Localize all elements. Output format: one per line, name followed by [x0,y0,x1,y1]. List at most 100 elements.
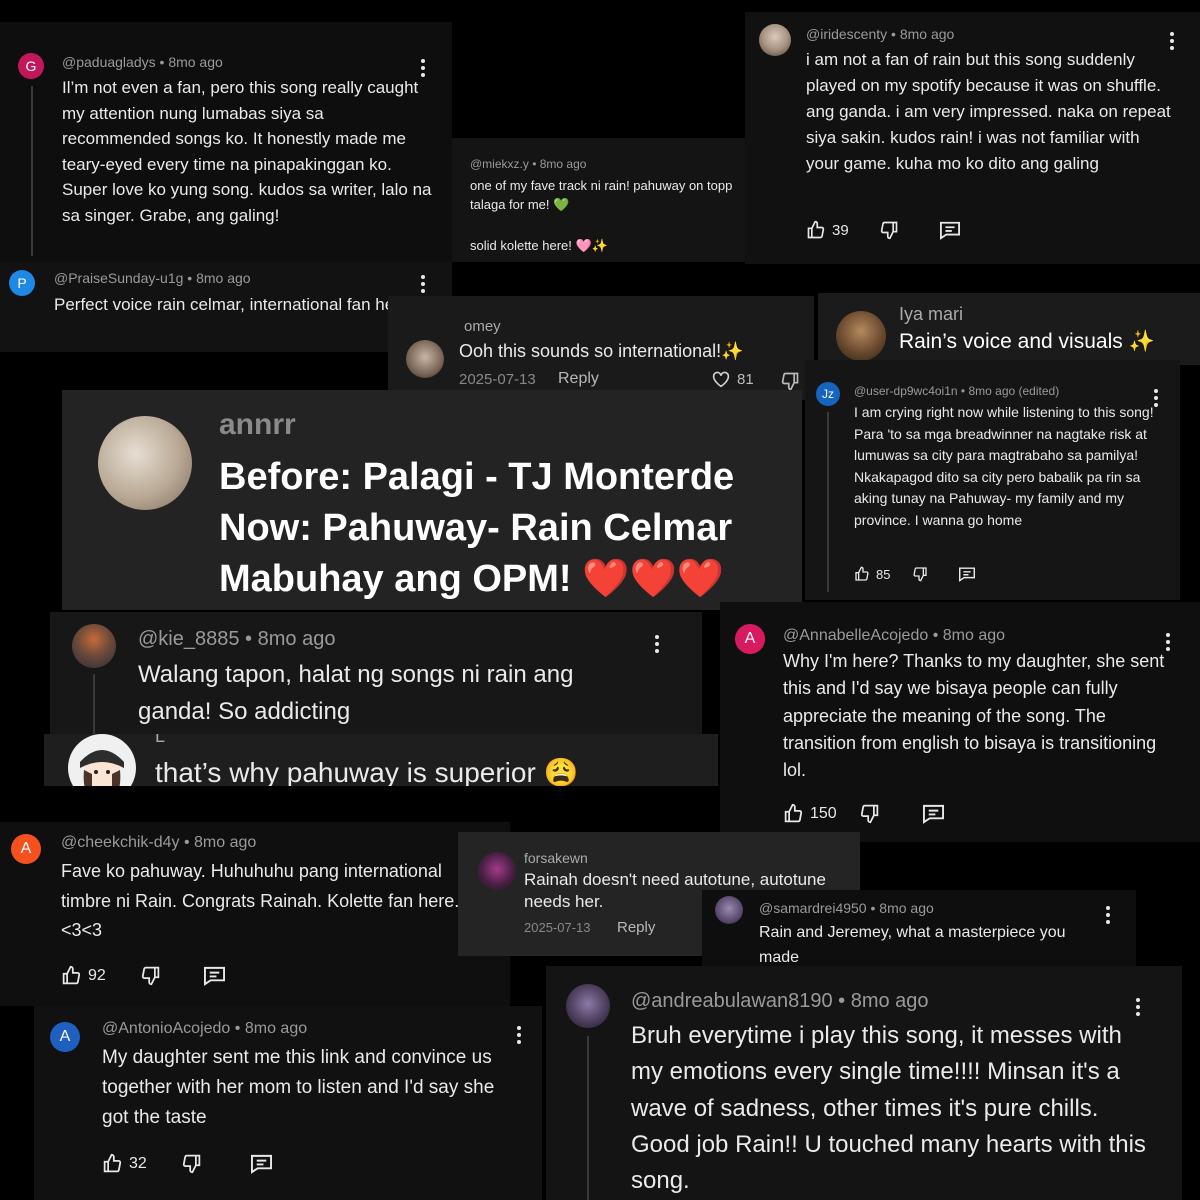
thread-line [827,412,829,592]
comment-handle[interactable]: @iridescenty [806,26,887,42]
comment-card-samardrei: @samardrei4950 • 8mo ago Rain and Jereme… [702,890,1136,972]
thumbs-down-icon[interactable] [181,1153,202,1174]
like-count: 81 [737,370,754,388]
comment-time: 8mo ago [879,900,934,916]
comment-card-annabelle: A @AnnabelleAcojedo • 8mo ago Why I'm he… [720,602,1200,842]
comment-author[interactable]: annrr [219,408,296,442]
more-options-icon[interactable] [1106,906,1110,927]
reply-button[interactable]: Reply [617,919,655,936]
comment-meta: @AntonioAcojedo • 8mo ago [102,1020,308,1037]
comment-card-cheekchik: A @cheekchik-d4y • 8mo ago Fave ko pahuw… [0,822,510,1006]
avatar[interactable] [406,340,444,378]
more-options-icon[interactable] [655,635,659,656]
thumbs-down-icon[interactable] [912,566,928,582]
thumbs-down-icon[interactable] [859,803,880,824]
thumbs-up-icon [62,965,81,985]
comment-card-l: L that’s why pahuway is superior 😩 [44,734,718,786]
thread-line [31,86,33,256]
reply-icon[interactable] [939,220,961,240]
more-options-icon[interactable] [1136,998,1140,1019]
like-count: 32 [129,1154,147,1172]
comment-date: 2025-07-13 [524,920,591,935]
avatar[interactable]: P [9,270,35,296]
comment-handle[interactable]: @AnnabelleAcojedo [783,627,928,644]
comment-handle[interactable]: @PraiseSunday-u1g [54,270,183,286]
comment-text-line: one of my fave track ni rain! pahuway on… [470,178,733,212]
like-button[interactable]: 85 [854,566,890,582]
comment-meta: @kie_8885 • 8mo ago [138,628,336,650]
like-count: 85 [876,566,891,582]
like-count: 39 [832,221,849,239]
comment-text: Walang tapon, halat ng songs ni rain ang… [138,661,574,725]
avatar[interactable]: A [50,1022,80,1052]
avatar[interactable] [72,624,116,668]
comment-handle[interactable]: @kie_8885 [138,628,239,650]
comment-handle[interactable]: @samardrei4950 [759,900,867,916]
comment-time: 8mo ago [244,1020,308,1037]
comment-handle[interactable]: @miekxz.y [470,157,529,171]
comment-meta: @samardrei4950 • 8mo ago [759,900,934,916]
comment-text: i am not a fan of rain but this song sud… [806,50,1171,173]
avatar[interactable] [478,852,516,890]
comment-text: Why I'm here? Thanks to my daughter, she… [783,651,1165,781]
like-count: 150 [810,804,837,822]
avatar[interactable] [836,311,886,361]
comment-handle[interactable]: @cheekchik-d4y [61,834,180,851]
comment-actions: 32 [102,1153,273,1174]
avatar[interactable] [98,416,192,510]
comment-time: 8mo ago (edited) [968,384,1060,398]
comment-time: 8mo ago [194,834,257,851]
comment-card-iya-mari: Iya mari Rain’s voice and visuals ✨ [818,293,1200,365]
more-options-icon[interactable] [421,275,425,296]
reply-icon[interactable] [958,566,976,582]
comment-text: Rain’s voice and visuals ✨ [899,330,1155,353]
comment-handle[interactable]: @paduagladys [62,54,156,70]
avatar[interactable]: Jz [816,382,840,406]
thumbs-down-icon[interactable] [879,220,899,240]
comment-time: 8mo ago [539,157,587,171]
comment-card-iridescenty: @iridescenty • 8mo ago i am not a fan of… [745,12,1200,264]
reply-icon[interactable] [922,803,945,824]
comment-author[interactable]: L [155,734,165,747]
avatar[interactable] [566,984,610,1028]
thread-line [587,1036,589,1200]
avatar[interactable]: A [11,834,41,864]
reply-button[interactable]: Reply [558,370,599,388]
comment-text: Il’m not even a fan, pero this song real… [62,78,432,225]
avatar[interactable] [68,734,136,786]
thumbs-up-icon [103,1153,122,1173]
thumbs-up-icon [855,566,869,581]
comment-text: Perfect voice rain celmar, international… [54,295,410,314]
reply-icon[interactable] [203,965,226,986]
comment-author[interactable]: forsakewn [524,850,588,866]
thumbs-down-icon[interactable] [140,965,161,986]
comment-author[interactable]: omey [464,318,501,335]
comment-author[interactable]: Iya mari [899,304,963,325]
thread-line [93,674,95,734]
comment-time: 8mo ago [850,990,929,1012]
thumbs-down-icon[interactable] [780,371,800,391]
comment-handle[interactable]: @AntonioAcojedo [102,1020,230,1037]
reply-icon[interactable] [250,1153,273,1174]
like-count: 92 [88,966,106,984]
avatar[interactable] [759,24,791,56]
like-button[interactable]: 39 [806,220,849,240]
comment-meta: @iridescenty • 8mo ago [806,26,955,42]
like-button[interactable]: 92 [61,965,106,986]
comment-time: 8mo ago [942,627,1006,644]
avatar[interactable]: A [735,624,765,654]
like-button[interactable]: 150 [783,803,837,824]
thumbs-up-icon [784,803,803,823]
comment-actions: 85 [854,566,976,582]
avatar[interactable] [715,896,743,924]
like-button[interactable]: 81 [711,370,754,388]
comment-text: Bruh everytime i play this song, it mess… [631,1022,1146,1195]
comment-handle[interactable]: @andreabulawan8190 [631,990,833,1012]
comment-text-line: Mabuhay ang OPM! ❤️❤️❤️ [219,558,725,600]
more-options-icon[interactable] [1154,389,1158,410]
comment-text-line: solid kolette here! 🩷✨ [470,238,608,253]
comment-handle[interactable]: @user-dp9wc4oi1n [854,384,958,398]
avatar[interactable]: G [18,53,44,79]
comment-text: My daughter sent me this link and convin… [102,1047,495,1128]
like-button[interactable]: 32 [102,1153,147,1174]
